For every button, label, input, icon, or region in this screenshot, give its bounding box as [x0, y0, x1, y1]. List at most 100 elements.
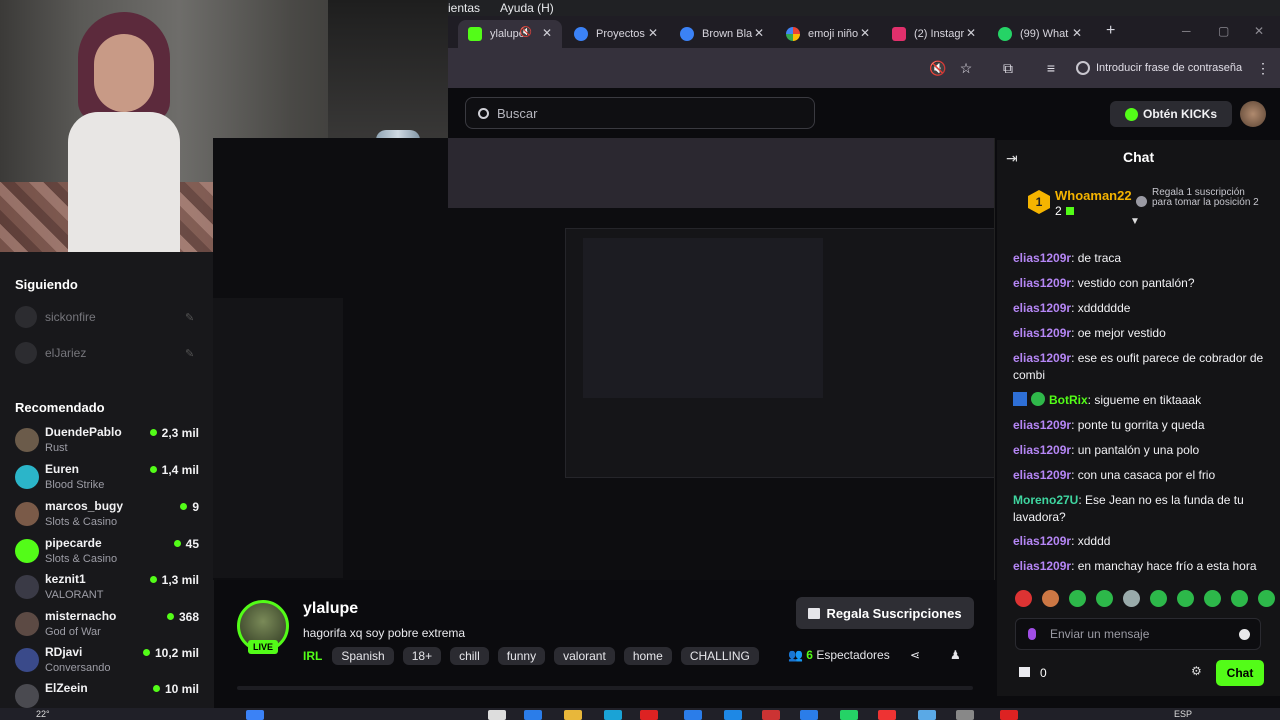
weather-temperature[interactable]: 22° [36, 709, 50, 719]
tab-ylalupe[interactable]: ylalupe 🔇 ✕ [458, 20, 562, 48]
taskbar-app-icon[interactable] [524, 710, 542, 720]
category-link[interactable]: IRL [303, 649, 322, 663]
chat-username[interactable]: elias1209r [1013, 534, 1071, 548]
chat-username[interactable]: elias1209r [1013, 468, 1071, 482]
close-tab-icon[interactable]: ✕ [542, 26, 552, 40]
tab-proyectos[interactable]: Proyectos ✕ [564, 20, 668, 48]
pinned-user[interactable]: Whoaman22 [1055, 188, 1132, 203]
mute-tab-icon[interactable]: 🔇 [520, 27, 532, 38]
recommended-item[interactable]: misternacho God of War 368 [15, 609, 203, 645]
taskbar-app-icon[interactable] [684, 710, 702, 720]
tag-chill[interactable]: chill [450, 647, 489, 665]
horizontal-scrollbar[interactable] [237, 686, 973, 690]
emote-icon[interactable] [1042, 590, 1059, 607]
menu-item-tools[interactable]: ientas [448, 1, 480, 15]
search-input[interactable]: Buscar [465, 97, 815, 129]
tab-whatsapp[interactable]: (99) What ✕ [988, 20, 1092, 48]
notifications-off-icon[interactable]: ✎ [185, 347, 194, 360]
chat-username[interactable]: elias1209r [1013, 559, 1071, 573]
chat-username[interactable]: elias1209r [1013, 251, 1071, 265]
taskbar-app-icon[interactable] [956, 710, 974, 720]
send-chat-button[interactable]: Chat [1216, 660, 1264, 686]
folder-icon[interactable] [564, 710, 582, 720]
chevron-down-icon[interactable]: ▼ [1130, 216, 1140, 227]
tag-valorant[interactable]: valorant [554, 647, 615, 665]
pinned-gifter[interactable]: 1 Whoaman22 2 Regala 1 suscripción para … [997, 180, 1280, 230]
recommended-item[interactable]: DuendePablo Rust 2,3 mil [15, 425, 203, 461]
recommended-item[interactable]: RDjavi Conversando 10,2 mil [15, 645, 203, 681]
whatsapp-icon[interactable] [840, 710, 858, 720]
tab-instagram[interactable]: (2) Instagr ✕ [882, 20, 986, 48]
media-controls-icon[interactable]: ≡ [1042, 59, 1060, 77]
password-prompt[interactable]: Introducir frase de contraseña [1076, 56, 1256, 80]
taskbar-app-icon[interactable] [918, 710, 936, 720]
emote-icon[interactable] [1258, 590, 1275, 607]
chat-username[interactable]: elias1209r [1013, 326, 1071, 340]
taskbar-app-icon[interactable] [800, 710, 818, 720]
taskbar-app-icon[interactable] [640, 710, 658, 720]
tag-funny[interactable]: funny [497, 647, 546, 665]
maximize-icon[interactable]: ▢ [1218, 24, 1229, 38]
emote-icon[interactable] [1231, 590, 1248, 607]
muted-audio-icon[interactable]: 🔇 [929, 59, 947, 77]
language-indicator[interactable]: ESP [1174, 709, 1192, 719]
chat-username[interactable]: elias1209r [1013, 301, 1071, 315]
bookmark-star-icon[interactable]: ☆ [957, 59, 975, 77]
chat-username[interactable]: Moreno27U [1013, 493, 1078, 507]
menu-item-help[interactable]: Ayuda (H) [500, 1, 554, 15]
user-avatar[interactable] [1240, 101, 1266, 127]
recommended-item[interactable]: marcos_bugy Slots & Casino 9 [15, 499, 203, 535]
following-item[interactable]: sickonfire ✎ [15, 306, 194, 328]
tag-spanish[interactable]: Spanish [332, 647, 394, 665]
emote-icon[interactable] [1015, 590, 1032, 607]
close-tab-icon[interactable]: ✕ [754, 26, 764, 40]
kicks-balance[interactable]: 0 [1019, 666, 1047, 680]
close-tab-icon[interactable]: ✕ [860, 26, 870, 40]
follow-icon[interactable]: ♟ [950, 648, 961, 662]
taskbar-app-icon[interactable] [488, 710, 506, 720]
gift-subs-button[interactable]: Regala Suscripciones [796, 597, 974, 629]
chat-username[interactable]: elias1209r [1013, 276, 1071, 290]
share-icon[interactable]: ⋖ [910, 648, 920, 662]
minimize-icon[interactable]: ─ [1182, 24, 1191, 38]
browser-menu-icon[interactable]: ⋮ [1254, 59, 1272, 77]
notifications-off-icon[interactable]: ✎ [185, 311, 194, 324]
taskbar-app-icon[interactable] [878, 710, 896, 720]
taskbar-app-icon[interactable] [724, 710, 742, 720]
windows-start-icon[interactable] [246, 710, 264, 720]
chat-username[interactable]: elias1209r [1013, 443, 1071, 457]
following-item[interactable]: elJariez ✎ [15, 342, 194, 364]
chat-username[interactable]: BotRix [1049, 393, 1088, 407]
tag-challing[interactable]: CHALLING [680, 647, 759, 665]
tab-brown[interactable]: Brown Bla ✕ [670, 20, 774, 48]
recommended-item[interactable]: Euren Blood Strike 1,4 mil [15, 462, 203, 498]
streamer-name[interactable]: ylalupe [303, 600, 358, 618]
close-tab-icon[interactable]: ✕ [648, 26, 658, 40]
chat-settings-icon[interactable]: ⚙ [1191, 664, 1202, 678]
tag-18plus[interactable]: 18+ [402, 647, 442, 665]
taskbar-app-icon[interactable] [762, 710, 780, 720]
microphone-icon[interactable] [1028, 628, 1036, 640]
tag-home[interactable]: home [623, 647, 672, 665]
emote-icon[interactable] [1123, 590, 1140, 607]
chat-username[interactable]: elias1209r [1013, 418, 1071, 432]
emote-icon[interactable] [1096, 590, 1113, 607]
recommended-item[interactable]: pipecarde Slots & Casino 45 [15, 536, 203, 572]
new-tab-icon[interactable]: + [1106, 22, 1115, 40]
chat-message-input[interactable]: Enviar un mensaje [1015, 618, 1261, 650]
video-player[interactable] [213, 138, 995, 580]
edge-icon[interactable] [604, 710, 622, 720]
emote-icon[interactable] [1204, 590, 1221, 607]
extensions-icon[interactable]: ⧉ [999, 59, 1017, 77]
close-tab-icon[interactable]: ✕ [1072, 26, 1082, 40]
emote-icon[interactable] [1177, 590, 1194, 607]
chat-username[interactable]: elias1209r [1013, 351, 1071, 365]
emoji-picker-icon[interactable] [1239, 629, 1250, 640]
get-kicks-button[interactable]: Obtén KICKs [1110, 101, 1232, 127]
collapse-chat-icon[interactable]: ⇥ [1006, 150, 1018, 167]
recording-icon[interactable] [1000, 710, 1018, 720]
tab-emoji[interactable]: emoji niño ✕ [776, 20, 880, 48]
recommended-item[interactable]: keznit1 VALORANT 1,3 mil [15, 572, 203, 608]
emote-icon[interactable] [1150, 590, 1167, 607]
emote-icon[interactable] [1069, 590, 1086, 607]
